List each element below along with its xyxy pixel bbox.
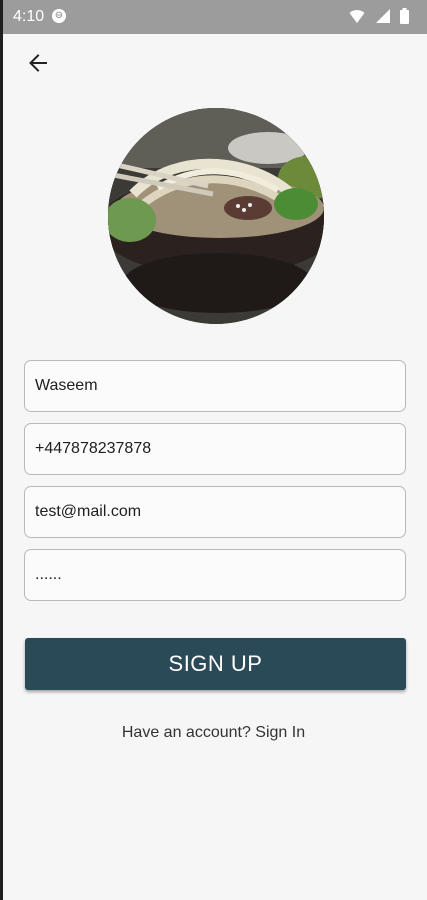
status-icons	[343, 8, 409, 26]
signup-button[interactable]: SIGN UP	[25, 638, 406, 690]
name-input[interactable]	[25, 361, 405, 411]
email-input[interactable]	[25, 487, 405, 537]
password-input[interactable]	[25, 550, 405, 600]
cell-signal-icon	[375, 9, 390, 23]
profile-photo	[108, 108, 324, 324]
back-button[interactable]	[22, 47, 54, 79]
notification-badge-icon: ⊖	[52, 9, 66, 23]
status-time: 4:10	[13, 8, 45, 25]
signin-link[interactable]: Have an account? Sign In	[0, 724, 427, 742]
battery-icon	[400, 8, 409, 24]
phone-input[interactable]	[25, 424, 405, 474]
avatar[interactable]	[108, 108, 324, 324]
email-field[interactable]	[24, 486, 406, 538]
screen-edge	[0, 0, 3, 900]
phone-field[interactable]	[24, 423, 406, 475]
name-field[interactable]	[24, 360, 406, 412]
wifi-icon	[349, 10, 365, 23]
password-field[interactable]	[24, 549, 406, 601]
arrow-left-icon	[29, 54, 47, 72]
status-bar: 4:10 ⊖	[3, 0, 427, 34]
